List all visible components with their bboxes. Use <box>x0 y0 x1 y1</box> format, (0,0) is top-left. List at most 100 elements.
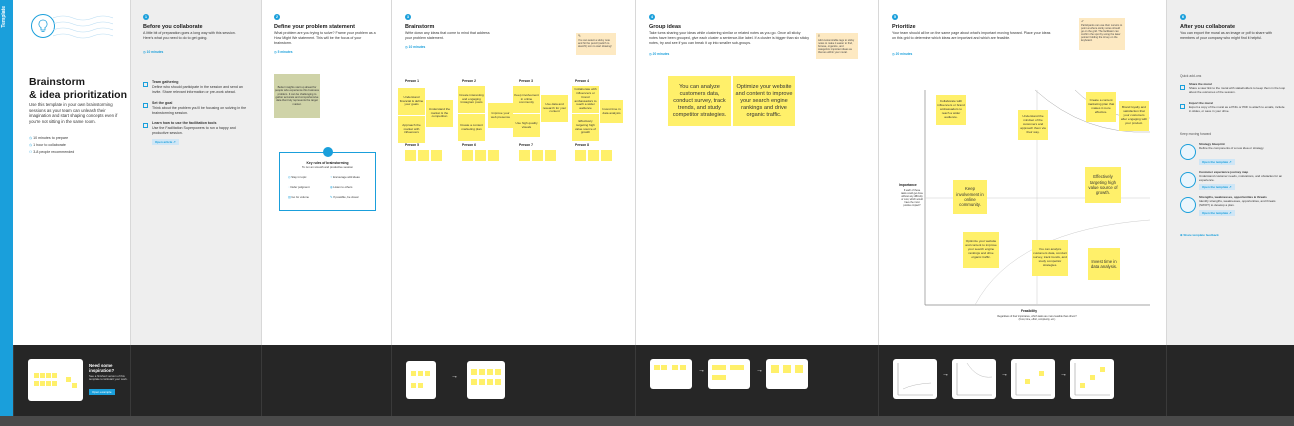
arrow-icon: → <box>756 367 763 374</box>
open-template-link[interactable]: Open the template ↗ <box>1199 184 1235 190</box>
person-label: Person 3 <box>519 79 533 83</box>
empty-note[interactable] <box>545 150 556 161</box>
checkbox-icon <box>1180 85 1185 90</box>
empty-note[interactable] <box>575 150 586 161</box>
empty-note[interactable] <box>532 150 543 161</box>
idea-note[interactable]: Create interesting and engaging Instagra… <box>458 86 485 113</box>
rule-item: ✧ Encourage wild ideas <box>330 175 360 179</box>
cover-meta-collab: ◷ 1 hour to collaborate <box>29 143 66 147</box>
mini-note <box>479 379 485 385</box>
panel-description: You can export the mural as an image or … <box>1180 31 1272 40</box>
idea-note[interactable]: Understand the market & the competition <box>426 100 453 127</box>
x-axis-description: Regardless of their importance, which ta… <box>997 315 1077 321</box>
priority-note[interactable]: Keep involvement in online community. <box>953 180 987 214</box>
item-b: Set the goal Think about the problem you'… <box>152 101 247 115</box>
rule-item: ◍ Listen to others <box>330 185 353 189</box>
step-thumbnail <box>467 361 505 399</box>
step-badge: 4 <box>649 14 655 20</box>
tip-card: ✎ You can select a sticky note and hit th… <box>576 33 616 55</box>
open-article-link[interactable]: Open article ↗ <box>152 139 179 145</box>
mini-note <box>1080 383 1085 388</box>
panel-description: Take turns sharing your ideas while clus… <box>649 31 810 45</box>
mini-note <box>672 365 678 370</box>
mini-note <box>52 373 57 378</box>
rules-subtitle: To run an smooth and productive session <box>302 165 353 169</box>
template-band: Template <box>0 0 13 416</box>
arrow-icon: → <box>1001 371 1008 378</box>
cluster-note[interactable]: You can analyze customers data, conduct … <box>668 76 731 126</box>
idea-note[interactable]: Create a content marketing plan <box>458 114 485 141</box>
idea-note[interactable]: Understand financial & define your goals <box>398 88 425 115</box>
panel-description: What problem are you trying to solve? Fr… <box>274 31 376 45</box>
idea-note[interactable]: Keep involvement in online community <box>513 86 540 113</box>
panel-description: Your team should all be on the same page… <box>892 31 1051 40</box>
step-thumbnail <box>406 361 436 399</box>
tip-card: ➶ Participants can use their cursors to p… <box>1079 18 1125 50</box>
priority-note[interactable]: Effectively targeting high value source … <box>1085 167 1121 203</box>
mini-note <box>46 381 51 386</box>
empty-note[interactable] <box>462 150 473 161</box>
empty-note[interactable] <box>475 150 486 161</box>
open-template-link[interactable]: Open the template ↗ <box>1199 159 1235 165</box>
priority-note[interactable]: Brand loyalty and satisfaction that your… <box>1119 101 1149 131</box>
forward-item: Customer experience journey map Understan… <box>1199 170 1283 182</box>
empty-note[interactable] <box>588 150 599 161</box>
time-label: ◷ 20 minutes <box>649 52 670 56</box>
step-thumbnail <box>1011 359 1055 399</box>
keep-moving-title: Keep moving forward <box>1180 132 1212 136</box>
priority-note[interactable]: Collaborate with influencers or brand am… <box>936 95 966 125</box>
empty-note[interactable] <box>519 150 530 161</box>
priority-note[interactable]: Optimize your website and content to imp… <box>963 232 999 268</box>
y-axis-description: If each of these tasks could get done wi… <box>901 189 923 207</box>
empty-note[interactable] <box>418 150 429 161</box>
panel-after-collaborate: 6 After you collaborate You can export t… <box>1166 0 1294 345</box>
cover-title: Brainstorm & idea prioritization <box>29 76 127 102</box>
mini-note <box>471 369 477 375</box>
mini-note <box>34 381 39 386</box>
person-label: Person 4 <box>575 79 589 83</box>
idea-note[interactable]: Improve your web presence <box>488 103 513 128</box>
cover-meta-people: ⚇ 3-8 people recommended <box>29 150 75 154</box>
cover-meta-time: ◷ 10 minutes to prepare <box>29 136 69 140</box>
step-badge: 1 <box>143 14 149 20</box>
empty-note[interactable] <box>431 150 442 161</box>
priority-note[interactable]: Create a content marketing plan that mak… <box>1086 92 1116 122</box>
priority-note[interactable]: You can analyze customers data, conduct … <box>1032 240 1068 276</box>
mini-note <box>34 373 39 378</box>
priority-note[interactable]: Understand the mindset of the customers … <box>1018 110 1048 140</box>
idea-note[interactable]: Approach the market with influencers <box>398 116 425 143</box>
empty-note[interactable] <box>601 150 612 161</box>
priority-note[interactable]: Invest time in data analysis. <box>1088 248 1120 280</box>
time-label: ◷ 10 minutes <box>143 50 164 54</box>
open-template-link[interactable]: Open the template ↗ <box>1199 210 1235 216</box>
quick-item: Export the mural Export a copy of the mur… <box>1189 101 1285 113</box>
time-label: ◷ 10 minutes <box>405 45 426 49</box>
empty-note[interactable] <box>488 150 499 161</box>
idea-note[interactable]: Collaborate with influencers or brand am… <box>572 86 599 113</box>
mini-note <box>730 365 744 370</box>
person-label: Person 8 <box>575 143 589 147</box>
idea-note[interactable]: Invest time in data analysis <box>600 100 623 123</box>
cover-panel: Brainstorm & idea prioritization Use thi… <box>13 0 130 345</box>
key-rules-card: Key rules of brainstorming To run an smo… <box>279 147 376 211</box>
idea-note[interactable]: Use high quality visuals <box>513 114 540 137</box>
mini-note <box>411 383 416 388</box>
bottom-strip-before <box>130 345 262 416</box>
cluster-note[interactable]: Optimize your website and content to imp… <box>733 76 795 126</box>
mini-note <box>72 383 77 388</box>
example-thumbnail[interactable] <box>28 359 83 401</box>
idea-note[interactable]: Use data and research for your content <box>541 95 568 122</box>
rule-item: ✎ If possible, be visual <box>330 195 359 199</box>
open-example-button[interactable]: Open example <box>89 389 115 395</box>
person-label: Person 7 <box>519 143 533 147</box>
forward-item: Strategy blueprint Define the components … <box>1199 142 1265 150</box>
problem-statement-note[interactable]: Better insights start up ahead for peopl… <box>274 74 320 118</box>
step-thumbnail <box>708 359 750 389</box>
mini-note <box>1039 371 1044 376</box>
blueprint-icon <box>1180 144 1196 160</box>
bottom-strip-prioritize: → → → <box>878 345 1167 416</box>
feedback-link[interactable]: ⊕ Share template feedback <box>1180 233 1219 237</box>
panel-title: Brainstorm <box>405 24 435 30</box>
empty-note[interactable] <box>405 150 416 161</box>
idea-note[interactable]: Effectively targeting high value source … <box>572 114 599 141</box>
